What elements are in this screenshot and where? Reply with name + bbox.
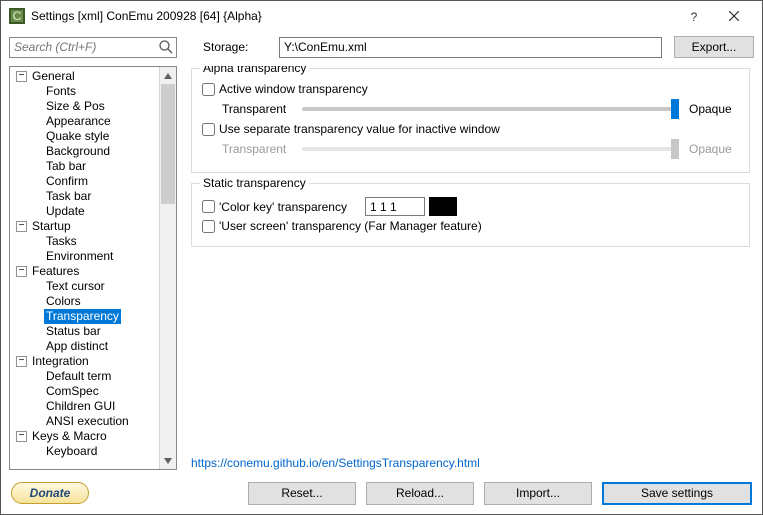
opaque-label-disabled: Opaque [689,142,739,156]
tree-item-size-pos[interactable]: Size & Pos [10,99,159,114]
tree-item-comspec[interactable]: ComSpec [10,384,159,399]
static-transparency-group: Static transparency 'Color key' transpar… [191,183,750,247]
tree-item-tasks[interactable]: Tasks [10,234,159,249]
tree-item-appearance[interactable]: Appearance [10,114,159,129]
reload-button[interactable]: Reload... [366,482,474,505]
tree-item-transparency[interactable]: Transparency [10,309,159,324]
separate-transparency-label: Use separate transparency value for inac… [219,122,500,136]
tree-item-task-bar[interactable]: Task bar [10,189,159,204]
tree-item-default-term[interactable]: Default term [10,369,159,384]
colorkey-swatch[interactable] [429,197,457,216]
active-slider[interactable] [302,107,679,111]
tree-group-integration[interactable]: −Integration [10,354,159,369]
userscreen-label: 'User screen' transparency (Far Manager … [219,219,482,233]
active-transparency-checkbox[interactable] [202,83,215,96]
tree-group-general[interactable]: −General [10,69,159,84]
content-panel: Alpha transparency Active window transpa… [177,66,762,476]
tree-group-keys-macro[interactable]: −Keys & Macro [10,429,159,444]
transparent-label: Transparent [222,102,292,116]
tree-item-background[interactable]: Background [10,144,159,159]
import-button[interactable]: Import... [484,482,592,505]
app-icon: C [9,8,25,24]
tree-item-children-gui[interactable]: Children GUI [10,399,159,414]
separate-transparency-checkbox[interactable] [202,123,215,136]
close-button[interactable] [714,2,754,30]
static-legend: Static transparency [200,176,309,190]
colorkey-input[interactable] [365,197,425,216]
search-icon[interactable] [158,39,174,55]
search-input[interactable] [9,37,177,58]
storage-input[interactable] [279,37,662,58]
alpha-transparency-group: Alpha transparency Active window transpa… [191,68,750,173]
tree-group-startup[interactable]: −Startup [10,219,159,234]
alpha-legend: Alpha transparency [200,66,309,75]
colorkey-checkbox[interactable] [202,200,215,213]
tree-item-tab-bar[interactable]: Tab bar [10,159,159,174]
footer: Donate Reset... Reload... Import... Save… [1,476,762,514]
active-transparency-label: Active window transparency [219,82,368,96]
scroll-up-icon[interactable] [160,67,176,84]
tree-item-quake-style[interactable]: Quake style [10,129,159,144]
tree-item-ansi-execution[interactable]: ANSI execution [10,414,159,429]
svg-text:?: ? [691,10,698,23]
tree-item-colors[interactable]: Colors [10,294,159,309]
tree-item-keyboard[interactable]: Keyboard [10,444,159,459]
scroll-down-icon[interactable] [160,452,176,469]
help-link[interactable]: https://conemu.github.io/en/SettingsTran… [191,456,750,470]
titlebar: C Settings [xml] ConEmu 200928 [64] {Alp… [1,1,762,31]
tree-group-features[interactable]: −Features [10,264,159,279]
export-button[interactable]: Export... [674,36,754,58]
opaque-label: Opaque [689,102,739,116]
help-button[interactable]: ? [674,2,714,30]
tree-item-environment[interactable]: Environment [10,249,159,264]
scrollbar[interactable] [159,67,176,469]
userscreen-checkbox[interactable] [202,220,215,233]
save-button[interactable]: Save settings [602,482,752,505]
window-title: Settings [xml] ConEmu 200928 [64] {Alpha… [31,9,674,23]
sidebar: −GeneralFontsSize & PosAppearanceQuake s… [9,66,177,470]
storage-label: Storage: [203,40,273,54]
reset-button[interactable]: Reset... [248,482,356,505]
transparent-label-disabled: Transparent [222,142,292,156]
svg-text:C: C [13,9,22,23]
scroll-thumb[interactable] [161,84,175,204]
colorkey-label: 'Color key' transparency [219,200,347,214]
tree-item-app-distinct[interactable]: App distinct [10,339,159,354]
settings-tree[interactable]: −GeneralFontsSize & PosAppearanceQuake s… [10,67,159,469]
tree-item-text-cursor[interactable]: Text cursor [10,279,159,294]
tree-item-confirm[interactable]: Confirm [10,174,159,189]
top-row: Storage: Export... [1,31,762,66]
donate-button[interactable]: Donate [11,482,89,504]
inactive-slider [302,147,679,151]
tree-item-status-bar[interactable]: Status bar [10,324,159,339]
tree-item-update[interactable]: Update [10,204,159,219]
tree-item-fonts[interactable]: Fonts [10,84,159,99]
